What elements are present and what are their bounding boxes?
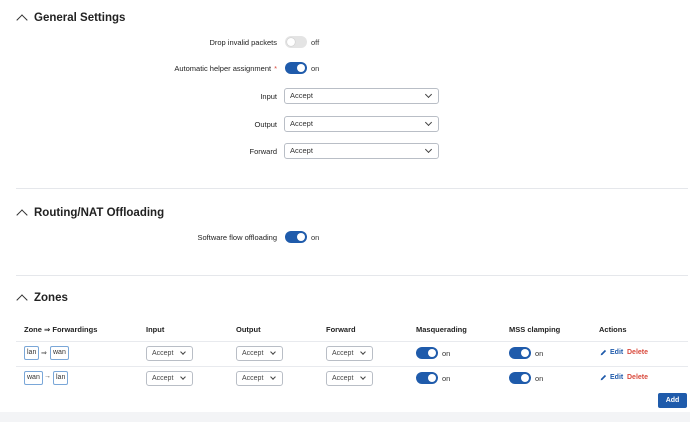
- footer-strip: [0, 412, 690, 422]
- input-select[interactable]: Accept: [284, 88, 439, 104]
- drop-invalid-label: Drop invalid packets: [209, 38, 277, 47]
- zone-from-badge: wan: [24, 371, 43, 385]
- row-mss-state: on: [535, 349, 544, 358]
- toggle-knob: [521, 349, 529, 357]
- row-mss-toggle[interactable]: [509, 372, 531, 384]
- section-title: Zones: [34, 292, 68, 304]
- col-forward: Forward: [326, 325, 356, 334]
- routing-header[interactable]: Routing/NAT Offloading: [16, 207, 165, 221]
- row-forward-value: Accept: [332, 375, 354, 382]
- required-mark: *: [274, 64, 277, 73]
- row-mss-toggle[interactable]: [509, 347, 531, 359]
- col-input: Input: [146, 325, 165, 334]
- row-masquerading-toggle[interactable]: [416, 347, 438, 359]
- toggle-knob: [297, 64, 305, 72]
- input-label: Input: [260, 92, 277, 101]
- col-actions: Actions: [599, 325, 627, 334]
- col-zone-forwardings: Zone ⇒ Forwardings: [24, 325, 98, 334]
- forward-arrow: ⇒: [41, 350, 47, 357]
- edit-button[interactable]: Edit: [600, 349, 623, 356]
- forward-select-value: Accept: [290, 146, 313, 155]
- col-mss-clamping: MSS clamping: [509, 325, 561, 334]
- row-masquerading-state: on: [442, 349, 451, 358]
- input-select-value: Accept: [290, 91, 313, 100]
- chevron-down-icon: [424, 90, 433, 99]
- drop-invalid-state: off: [311, 38, 320, 47]
- output-label: Output: [254, 120, 277, 129]
- row-output-value: Accept: [242, 375, 264, 382]
- chevron-down-icon: [424, 118, 433, 127]
- row-forward-value: Accept: [332, 350, 354, 357]
- chevron-up-icon[interactable]: [16, 294, 28, 306]
- pencil-icon: [600, 349, 607, 356]
- pencil-icon: [600, 374, 607, 381]
- chevron-up-icon[interactable]: [16, 14, 28, 26]
- row-forward-select[interactable]: Accept: [326, 346, 373, 361]
- row-masquerading-toggle[interactable]: [416, 372, 438, 384]
- col-output: Output: [236, 325, 261, 334]
- auto-helper-state: on: [311, 64, 320, 73]
- zone-to-badge: wan: [50, 346, 69, 360]
- toggle-knob: [428, 374, 436, 382]
- drop-invalid-toggle[interactable]: [285, 36, 307, 48]
- forward-arrow: →: [44, 373, 51, 380]
- section-title: Routing/NAT Offloading: [34, 207, 165, 219]
- zones-header[interactable]: Zones: [16, 292, 68, 306]
- delete-button[interactable]: Delete: [627, 374, 648, 381]
- section-divider: [16, 188, 688, 189]
- chevron-down-icon: [180, 349, 186, 355]
- toggle-knob: [521, 374, 529, 382]
- toggle-knob: [297, 233, 305, 241]
- forward-label: Forward: [249, 147, 277, 156]
- auto-helper-label-text: Automatic helper assignment: [174, 64, 272, 73]
- chevron-down-icon: [180, 374, 186, 380]
- row-output-select[interactable]: Accept: [236, 346, 283, 361]
- zone-from-badge: lan: [24, 346, 40, 360]
- chevron-up-icon[interactable]: [16, 209, 28, 221]
- table-row-divider: [16, 341, 688, 342]
- auto-helper-toggle[interactable]: [285, 62, 307, 74]
- row-input-select[interactable]: Accept: [146, 371, 193, 386]
- add-zone-button[interactable]: Add: [658, 393, 687, 408]
- section-title: General Settings: [34, 12, 126, 24]
- table-row-divider: [16, 366, 688, 367]
- section-divider: [16, 275, 688, 276]
- chevron-down-icon: [360, 349, 366, 355]
- row-input-value: Accept: [152, 375, 174, 382]
- edit-label: Edit: [610, 349, 624, 356]
- flow-offload-label: Software flow offloading: [197, 233, 278, 242]
- col-masquerading: Masquerading: [416, 325, 467, 334]
- delete-button[interactable]: Delete: [627, 349, 648, 356]
- zone-to-badge: lan: [53, 371, 69, 385]
- toggle-knob: [428, 349, 436, 357]
- edit-label: Edit: [610, 374, 624, 381]
- forward-select[interactable]: Accept: [284, 143, 439, 159]
- row-input-select[interactable]: Accept: [146, 346, 193, 361]
- flow-offload-state: on: [311, 233, 320, 242]
- row-forward-select[interactable]: Accept: [326, 371, 373, 386]
- toggle-knob: [287, 38, 295, 46]
- auto-helper-label: Automatic helper assignment *: [174, 64, 277, 73]
- edit-button[interactable]: Edit: [600, 374, 623, 381]
- chevron-down-icon: [424, 145, 433, 154]
- row-input-value: Accept: [152, 350, 174, 357]
- chevron-down-icon: [270, 349, 276, 355]
- row-masquerading-state: on: [442, 374, 451, 383]
- output-select[interactable]: Accept: [284, 116, 439, 132]
- row-output-select[interactable]: Accept: [236, 371, 283, 386]
- row-mss-state: on: [535, 374, 544, 383]
- chevron-down-icon: [270, 374, 276, 380]
- row-output-value: Accept: [242, 350, 264, 357]
- output-select-value: Accept: [290, 119, 313, 128]
- flow-offload-toggle[interactable]: [285, 231, 307, 243]
- chevron-down-icon: [360, 374, 366, 380]
- general-settings-header[interactable]: General Settings: [16, 12, 126, 26]
